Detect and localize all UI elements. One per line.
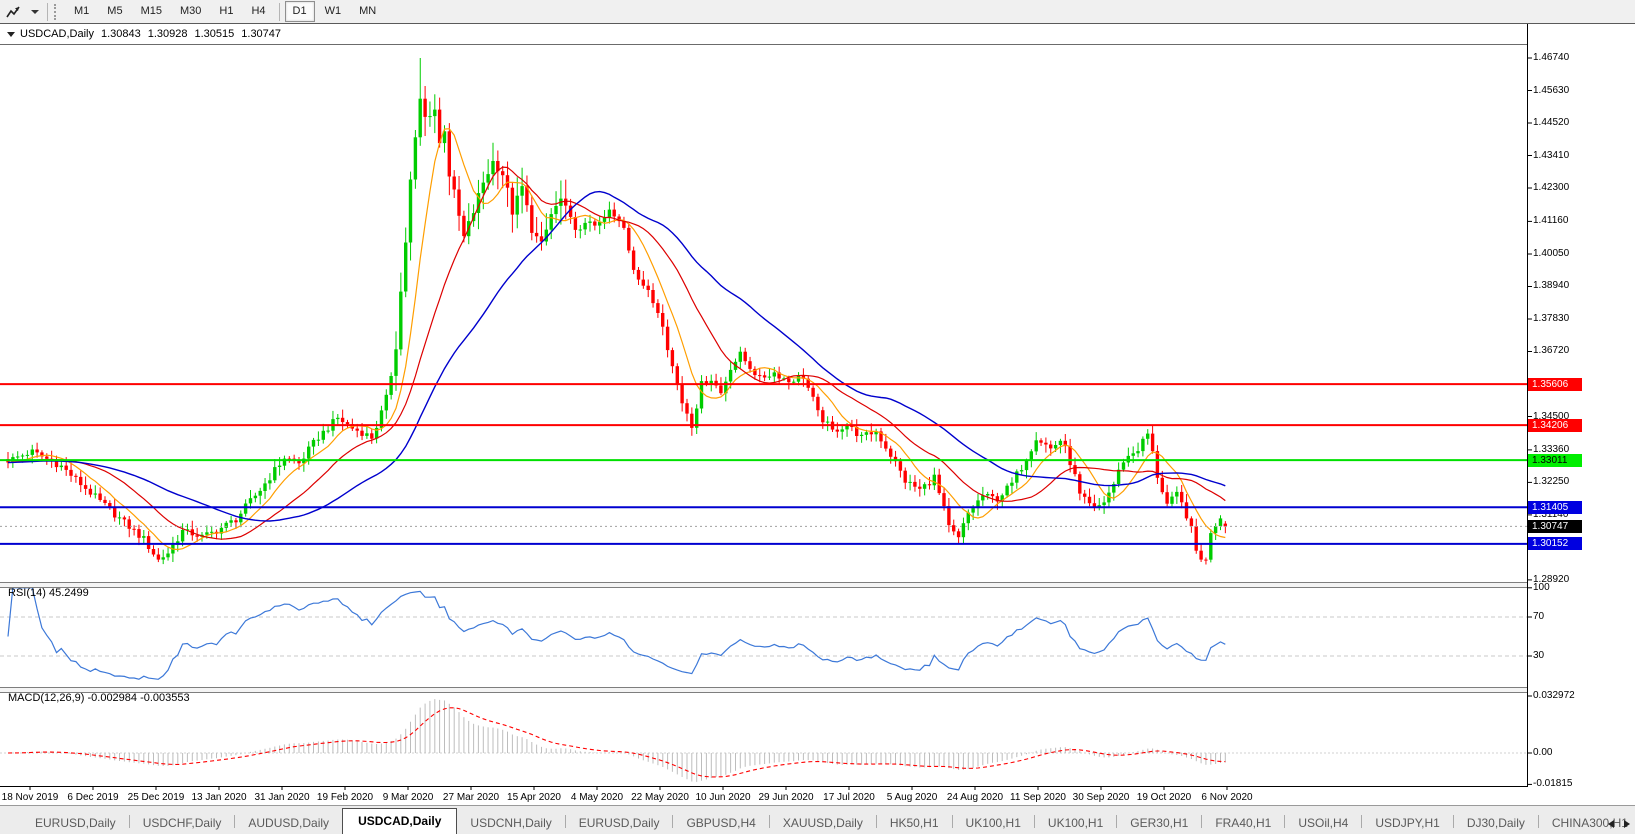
price-tick-label: 1.44520 [1533, 117, 1569, 128]
price-axis-line [1527, 24, 1528, 787]
date-tick-label: 9 Mar 2020 [383, 792, 434, 803]
chevron-down-icon[interactable] [24, 2, 43, 21]
level-price-badge: 1.31405 [1528, 501, 1582, 514]
timeframe-button-m30[interactable]: M30 [172, 1, 209, 22]
date-tick-label: 13 Jan 2020 [191, 792, 246, 803]
date-tick-label: 24 Aug 2020 [947, 792, 1003, 803]
collapse-icon[interactable] [7, 32, 15, 37]
rsi-tick-label: 100 [1533, 582, 1550, 593]
chart-tab-dj30-daily[interactable]: DJ30,Daily [1454, 812, 1538, 834]
chart-tool-icon[interactable] [2, 2, 24, 21]
macd-tick-label: -0.01815 [1533, 778, 1572, 789]
date-tick-label: 4 May 2020 [571, 792, 623, 803]
chart-tab-eurusd-daily[interactable]: EURUSD,Daily [22, 812, 129, 834]
chart-tab-usdchf-daily[interactable]: USDCHF,Daily [130, 812, 235, 834]
price-tick-label: 1.41160 [1533, 215, 1568, 226]
rsi-label: RSI(14) 45.2499 [8, 587, 89, 599]
level-price-badge: 1.35606 [1528, 378, 1582, 391]
ohlc-open: 1.30843 [101, 28, 141, 40]
date-tick-label: 22 May 2020 [631, 792, 689, 803]
chart-tab-usdjpy-h1[interactable]: USDJPY,H1 [1362, 812, 1452, 834]
chart-tab-usdcnh-daily[interactable]: USDCNH,Daily [457, 812, 564, 834]
current-price-badge: 1.30747 [1528, 520, 1582, 533]
timeframe-button-m1[interactable]: M1 [66, 1, 97, 22]
chart-tab-eurusd-daily[interactable]: EURUSD,Daily [566, 812, 673, 834]
timeframe-button-h1[interactable]: H1 [211, 1, 241, 22]
price-tick-label: 1.46740 [1533, 52, 1569, 63]
date-tick-label: 17 Jul 2020 [823, 792, 875, 803]
chart-tab-xauusd-daily[interactable]: XAUUSD,Daily [770, 812, 876, 834]
price-tick-label: 1.32250 [1533, 476, 1569, 487]
timeframe-toolbar: M1M5M15M30H1H4 D1W1MN [0, 0, 1635, 24]
date-tick-label: 15 Apr 2020 [507, 792, 561, 803]
timeframe-button-h4[interactable]: H4 [243, 1, 273, 22]
toolbar-separator [47, 3, 48, 21]
level-price-badge: 1.34206 [1528, 419, 1582, 432]
price-tick-label: 1.36720 [1533, 345, 1569, 356]
toolbar-separator [279, 3, 280, 21]
date-tick-label: 18 Nov 2019 [2, 792, 59, 803]
date-tick-label: 25 Dec 2019 [128, 792, 185, 803]
date-tick-label: 6 Nov 2020 [1201, 792, 1252, 803]
date-tick-label: 19 Feb 2020 [317, 792, 373, 803]
date-tick-label: 31 Jan 2020 [254, 792, 309, 803]
chart-tab-ger30-h1[interactable]: GER30,H1 [1117, 812, 1201, 834]
tab-scroll-right-icon[interactable] [1624, 820, 1630, 828]
date-tick-label: 6 Dec 2019 [67, 792, 118, 803]
price-tick-label: 1.43410 [1533, 150, 1569, 161]
level-price-badge: 1.30152 [1528, 537, 1582, 550]
chart-tab-uk100-h1[interactable]: UK100,H1 [1035, 812, 1116, 834]
symbol-period-label: USDCAD,Daily [20, 28, 94, 40]
title-underline [0, 44, 1527, 45]
ohlc-high: 1.30928 [148, 28, 188, 40]
timeframe-button-mn[interactable]: MN [351, 1, 384, 22]
mt4-terminal: M1M5M15M30H1H4 D1W1MN USDCAD,Daily 1.3084… [0, 0, 1635, 834]
price-tick-label: 1.37830 [1533, 313, 1569, 324]
chart-tab-uk100-h1[interactable]: UK100,H1 [953, 812, 1034, 834]
tab-bar: EURUSD,DailyUSDCHF,DailyAUDUSD,DailyUSDC… [0, 805, 1635, 834]
macd-tick-label: 0.00 [1533, 747, 1552, 758]
date-tick-label: 19 Oct 2020 [1137, 792, 1191, 803]
ohlc-low: 1.30515 [195, 28, 235, 40]
timeframe-button-m15[interactable]: M15 [133, 1, 170, 22]
date-tick-label: 11 Sep 2020 [1010, 792, 1066, 803]
macd-label: MACD(12,26,9) -0.002984 -0.003553 [8, 692, 190, 704]
rsi-panel-separator[interactable] [0, 582, 1527, 588]
timeframe-button-w1[interactable]: W1 [317, 1, 350, 22]
price-tick-label: 1.40050 [1533, 248, 1569, 259]
chart-tab-gbpusd-h4[interactable]: GBPUSD,H4 [673, 812, 768, 834]
level-price-badge: 1.33011 [1528, 454, 1582, 467]
date-tick-label: 5 Aug 2020 [887, 792, 938, 803]
price-tick-label: 1.38940 [1533, 280, 1569, 291]
rsi-tick-label: 70 [1533, 611, 1544, 622]
ohlc-close: 1.30747 [241, 28, 281, 40]
price-tick-label: 1.45630 [1533, 85, 1569, 96]
macd-panel-separator[interactable] [0, 687, 1527, 693]
toolbar-grip[interactable] [54, 4, 59, 20]
chart-tab-usdcad-daily[interactable]: USDCAD,Daily [342, 808, 457, 834]
chart-tab-audusd-daily[interactable]: AUDUSD,Daily [235, 812, 342, 834]
time-axis-line [0, 786, 1528, 787]
rsi-tick-label: 30 [1533, 650, 1544, 661]
price-tick-label: 1.42300 [1533, 182, 1569, 193]
date-tick-label: 30 Sep 2020 [1073, 792, 1130, 803]
timeframe-button-d1[interactable]: D1 [285, 1, 315, 22]
chart-tab-hk50-h1[interactable]: HK50,H1 [877, 812, 952, 834]
timeframe-button-m5[interactable]: M5 [99, 1, 130, 22]
date-tick-label: 10 Jun 2020 [695, 792, 750, 803]
chart-tab-usoil-h4[interactable]: USOil,H4 [1285, 812, 1361, 834]
chart-title: USDCAD,Daily 1.30843 1.30928 1.30515 1.3… [7, 28, 281, 40]
chart-window[interactable]: USDCAD,Daily 1.30843 1.30928 1.30515 1.3… [0, 23, 1635, 806]
date-tick-label: 29 Jun 2020 [758, 792, 813, 803]
date-tick-label: 27 Mar 2020 [443, 792, 499, 803]
tab-scroll-left-icon[interactable] [1608, 820, 1614, 828]
zigzag-cursor-icon [6, 5, 20, 19]
macd-tick-label: 0.032972 [1533, 690, 1575, 701]
chart-tab-fra40-h1[interactable]: FRA40,H1 [1202, 812, 1284, 834]
